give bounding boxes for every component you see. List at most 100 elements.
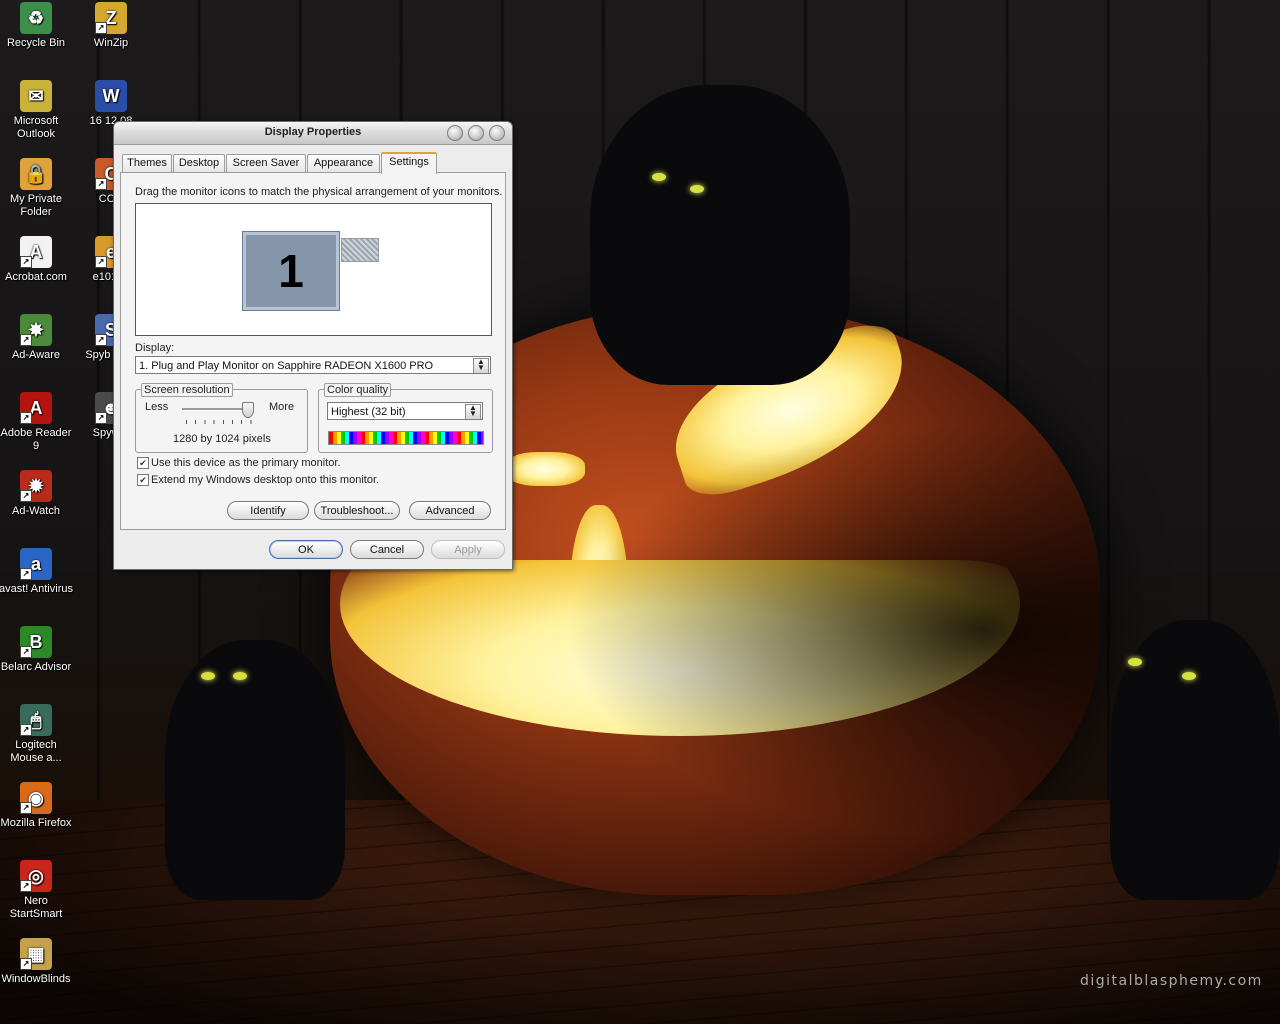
checkmark-icon: ✔	[139, 458, 147, 468]
shortcut-arrow-icon: ↗	[20, 412, 32, 424]
apply-button[interactable]: Apply	[431, 540, 505, 559]
shortcut-arrow-icon: ↗	[20, 568, 32, 580]
desktop-icon-label: Adobe Reader 9	[0, 427, 72, 452]
desktop-icon-label: Ad-Watch	[12, 505, 60, 517]
resolution-slider-thumb[interactable]	[242, 402, 254, 418]
display-select[interactable]: 1. Plug and Play Monitor on Sapphire RAD…	[135, 356, 491, 374]
maximize-button[interactable]	[468, 125, 484, 141]
desktop-icon-recycle-bin[interactable]: ♻ Recycle Bin	[0, 2, 74, 50]
color-quality-legend: Color quality	[324, 383, 392, 397]
windowblinds-icon: ▦ ↗	[20, 938, 52, 970]
dialog-titlebar[interactable]: Display Properties	[114, 122, 512, 145]
tab-themes[interactable]: Themes	[122, 154, 172, 172]
desktop-icon-windowblinds[interactable]: ▦ ↗ WindowBlinds	[0, 938, 74, 986]
primary-monitor-checkbox[interactable]: ✔	[137, 457, 149, 469]
outlook-icon: ✉	[20, 80, 52, 112]
resolution-more-label: More	[269, 401, 295, 413]
desktop-icon-adobe-reader[interactable]: A ↗ Adobe Reader 9	[0, 392, 74, 453]
desktop-icon-label: WindowBlinds	[1, 973, 71, 985]
minimize-button[interactable]	[447, 125, 463, 141]
primary-monitor-label[interactable]: Use this device as the primary monitor.	[151, 457, 341, 469]
desktop-icon-label: My Private Folder	[10, 193, 62, 218]
belarc-icon: B ↗	[20, 626, 52, 658]
desktop-icon-acrobat[interactable]: A ↗ Acrobat.com	[0, 236, 74, 284]
desktop-icon-label: Belarc Advisor	[0, 661, 72, 673]
desktop-icon-label: Nero StartSmart	[9, 895, 63, 920]
resolution-value: 1280 by 1024 pixels	[173, 433, 271, 445]
extend-desktop-label[interactable]: Extend my Windows desktop onto this moni…	[151, 474, 379, 486]
desktop-icon-private-folder[interactable]: 🔒 My Private Folder	[0, 158, 74, 219]
resolution-slider-ticks	[186, 420, 252, 424]
ok-button[interactable]: OK	[269, 540, 343, 559]
display-properties-dialog: Display Properties Themes Desktop Screen…	[113, 121, 513, 570]
desktop-icon-logitech-mouse[interactable]: 🖱 ↗ Logitech Mouse a...	[0, 704, 74, 765]
color-quality-value: Highest (32 bit)	[331, 406, 406, 418]
shortcut-arrow-icon: ↗	[20, 334, 32, 346]
shortcut-arrow-icon: ↗	[20, 256, 32, 268]
winzip-icon: Z ↗	[95, 2, 127, 34]
shortcut-arrow-icon: ↗	[20, 802, 32, 814]
shortcut-arrow-icon: ↗	[20, 490, 32, 502]
monitor-1-icon[interactable]: 1	[242, 231, 340, 311]
wallpaper-cat-right	[1110, 620, 1280, 900]
troubleshoot-button[interactable]: Troubleshoot...	[314, 501, 400, 520]
desktop-icon-belarc[interactable]: B ↗ Belarc Advisor	[0, 626, 74, 674]
desktop-icon-firefox[interactable]: ◉ ↗ Mozilla Firefox	[0, 782, 74, 830]
color-spectrum-bar	[328, 431, 484, 445]
tab-screen-saver[interactable]: Screen Saver	[226, 154, 306, 172]
chevron-updown-icon[interactable]: ▲ ▼	[473, 358, 489, 373]
private-folder-icon: 🔒	[20, 158, 52, 190]
tab-settings[interactable]: Settings	[381, 152, 437, 174]
monitor-2-icon[interactable]	[341, 238, 379, 262]
nero-icon: ◎ ↗	[20, 860, 52, 892]
shortcut-arrow-icon: ↗	[95, 412, 107, 424]
adobe-reader-icon: A ↗	[20, 392, 52, 424]
desktop-icon-label: Ad-Aware	[11, 349, 61, 361]
settings-panel: Drag the monitor icons to match the phys…	[120, 172, 506, 530]
color-quality-group: Color quality Highest (32 bit) ▲ ▼	[318, 383, 493, 453]
screen-resolution-legend: Screen resolution	[141, 383, 233, 397]
chevron-updown-icon[interactable]: ▲ ▼	[465, 404, 481, 419]
close-button[interactable]	[489, 125, 505, 141]
shortcut-arrow-icon: ↗	[20, 724, 32, 736]
ad-aware-icon: ✸ ↗	[20, 314, 52, 346]
color-quality-select[interactable]: Highest (32 bit) ▲ ▼	[327, 402, 483, 420]
advanced-button[interactable]: Advanced	[409, 501, 491, 520]
desktop-icon-avast[interactable]: a ↗ avast! Antivirus	[0, 548, 74, 596]
word-document-icon: W	[95, 80, 127, 112]
resolution-less-label: Less	[145, 401, 169, 413]
firefox-icon: ◉ ↗	[20, 782, 52, 814]
display-label: Display:	[135, 342, 175, 354]
desktop-icon-label: WinZip	[93, 37, 129, 49]
shortcut-arrow-icon: ↗	[20, 646, 32, 658]
wallpaper-cat-top	[590, 85, 850, 385]
logitech-mouse-icon: 🖱 ↗	[20, 704, 52, 736]
ad-watch-icon: ✹ ↗	[20, 470, 52, 502]
desktop-icon-label: Recycle Bin	[6, 37, 66, 49]
tab-desktop[interactable]: Desktop	[173, 154, 225, 172]
shortcut-arrow-icon: ↗	[95, 334, 107, 346]
desktop-icon-ad-watch[interactable]: ✹ ↗ Ad-Watch	[0, 470, 74, 518]
tab-appearance[interactable]: Appearance	[307, 154, 380, 172]
recycle-bin-icon: ♻	[20, 2, 52, 34]
avast-icon: a ↗	[20, 548, 52, 580]
cancel-button[interactable]: Cancel	[350, 540, 424, 559]
shortcut-arrow-icon: ↗	[20, 880, 32, 892]
desktop-icon-nero[interactable]: ◎ ↗ Nero StartSmart	[0, 860, 74, 921]
desktop-icon-label: Logitech Mouse a...	[10, 739, 62, 764]
desktop-icon-outlook[interactable]: ✉ Microsoft Outlook	[0, 80, 74, 141]
desktop-icon-label: avast! Antivirus	[0, 583, 73, 595]
shortcut-arrow-icon: ↗	[20, 958, 32, 970]
monitor-arrangement-area: 1	[135, 203, 492, 336]
desktop-icon-winzip[interactable]: Z ↗ WinZip	[73, 2, 149, 50]
shortcut-arrow-icon: ↗	[95, 178, 107, 190]
desktop-icon-ad-aware[interactable]: ✸ ↗ Ad-Aware	[0, 314, 74, 362]
extend-desktop-checkbox[interactable]: ✔	[137, 474, 149, 486]
shortcut-arrow-icon: ↗	[95, 256, 107, 268]
wallpaper-watermark: digitalblasphemy.com	[1080, 973, 1263, 989]
desktop-icon-label: Mozilla Firefox	[0, 817, 72, 829]
display-select-value: 1. Plug and Play Monitor on Sapphire RAD…	[139, 360, 434, 372]
screen-resolution-group: Screen resolution Less More 1280 by 1024…	[135, 383, 308, 453]
desktop-icon-label: Acrobat.com	[5, 271, 67, 283]
identify-button[interactable]: Identify	[227, 501, 309, 520]
